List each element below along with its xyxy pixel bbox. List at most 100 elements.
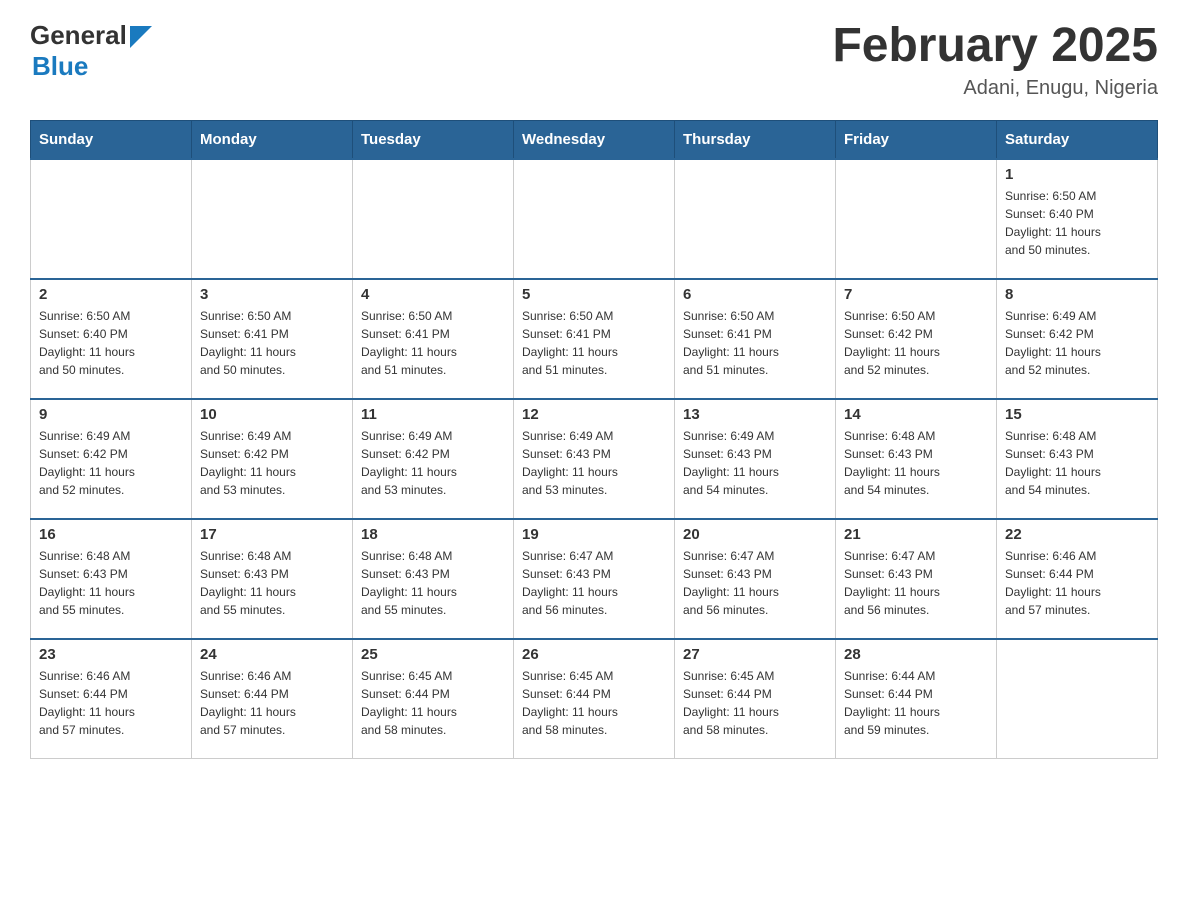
weekday-header-row: SundayMondayTuesdayWednesdayThursdayFrid… [31, 120, 1158, 159]
day-number: 8 [1005, 286, 1149, 303]
day-info: Sunrise: 6:47 AM Sunset: 6:43 PM Dayligh… [522, 547, 666, 619]
calendar-cell: 27 Sunrise: 6:45 AM Sunset: 6:44 PM Dayli… [675, 639, 836, 759]
calendar-week-2: 2 Sunrise: 6:50 AM Sunset: 6:40 PM Daylig… [31, 279, 1158, 399]
day-number: 2 [39, 286, 183, 303]
day-info: Sunrise: 6:47 AM Sunset: 6:43 PM Dayligh… [844, 547, 988, 619]
calendar-cell: 22 Sunrise: 6:46 AM Sunset: 6:44 PM Dayli… [997, 519, 1158, 639]
calendar-cell: 26Sunrise: 6:45 AM Sunset: 6:44 PM Dayli… [514, 639, 675, 759]
calendar-cell: 3 Sunrise: 6:50 AM Sunset: 6:41 PM Daylig… [192, 279, 353, 399]
day-number: 9 [39, 406, 183, 423]
day-info: Sunrise: 6:45 AM Sunset: 6:44 PM Dayligh… [683, 667, 827, 739]
calendar-cell [353, 159, 514, 279]
day-number: 5 [522, 286, 666, 303]
calendar-cell [997, 639, 1158, 759]
calendar-cell: 18 Sunrise: 6:48 AM Sunset: 6:43 PM Dayli… [353, 519, 514, 639]
day-number: 3 [200, 286, 344, 303]
day-number: 10 [200, 406, 344, 423]
day-info: Sunrise: 6:46 AM Sunset: 6:44 PM Dayligh… [1005, 547, 1149, 619]
day-info: Sunrise: 6:50 AM Sunset: 6:42 PM Dayligh… [844, 307, 988, 379]
calendar-cell: 20 Sunrise: 6:47 AM Sunset: 6:43 PM Dayli… [675, 519, 836, 639]
calendar-cell: 23 Sunrise: 6:46 AM Sunset: 6:44 PM Dayli… [31, 639, 192, 759]
calendar-cell: 6Sunrise: 6:50 AM Sunset: 6:41 PM Daylig… [675, 279, 836, 399]
day-info: Sunrise: 6:45 AM Sunset: 6:44 PM Dayligh… [361, 667, 505, 739]
day-number: 24 [200, 646, 344, 663]
calendar-cell: 16 Sunrise: 6:48 AM Sunset: 6:43 PM Dayli… [31, 519, 192, 639]
day-number: 7 [844, 286, 988, 303]
calendar-cell: 11Sunrise: 6:49 AM Sunset: 6:42 PM Dayli… [353, 399, 514, 519]
day-info: Sunrise: 6:48 AM Sunset: 6:43 PM Dayligh… [39, 547, 183, 619]
calendar-cell [514, 159, 675, 279]
calendar-subtitle: Adani, Enugu, Nigeria [832, 77, 1158, 100]
day-info: Sunrise: 6:45 AM Sunset: 6:44 PM Dayligh… [522, 667, 666, 739]
logo-blue: Blue [32, 51, 88, 81]
calendar-cell: 7 Sunrise: 6:50 AM Sunset: 6:42 PM Daylig… [836, 279, 997, 399]
weekday-header-friday: Friday [836, 120, 997, 159]
day-number: 13 [683, 406, 827, 423]
day-number: 27 [683, 646, 827, 663]
weekday-header-thursday: Thursday [675, 120, 836, 159]
day-info: Sunrise: 6:46 AM Sunset: 6:44 PM Dayligh… [39, 667, 183, 739]
calendar-week-4: 16 Sunrise: 6:48 AM Sunset: 6:43 PM Dayli… [31, 519, 1158, 639]
day-number: 16 [39, 526, 183, 543]
day-info: Sunrise: 6:49 AM Sunset: 6:42 PM Dayligh… [1005, 307, 1149, 379]
day-info: Sunrise: 6:50 AM Sunset: 6:40 PM Dayligh… [1005, 187, 1149, 259]
title-block: February 2025 Adani, Enugu, Nigeria [832, 20, 1158, 100]
day-number: 1 [1005, 166, 1149, 183]
day-info: Sunrise: 6:50 AM Sunset: 6:41 PM Dayligh… [361, 307, 505, 379]
day-info: Sunrise: 6:48 AM Sunset: 6:43 PM Dayligh… [1005, 427, 1149, 499]
day-info: Sunrise: 6:49 AM Sunset: 6:43 PM Dayligh… [683, 427, 827, 499]
day-info: Sunrise: 6:50 AM Sunset: 6:40 PM Dayligh… [39, 307, 183, 379]
calendar-cell: 14 Sunrise: 6:48 AM Sunset: 6:43 PM Dayli… [836, 399, 997, 519]
weekday-header-monday: Monday [192, 120, 353, 159]
weekday-header-saturday: Saturday [997, 120, 1158, 159]
day-number: 14 [844, 406, 988, 423]
calendar-cell: 28Sunrise: 6:44 AM Sunset: 6:44 PM Dayli… [836, 639, 997, 759]
calendar-cell: 25 Sunrise: 6:45 AM Sunset: 6:44 PM Dayli… [353, 639, 514, 759]
calendar-cell: 2 Sunrise: 6:50 AM Sunset: 6:40 PM Daylig… [31, 279, 192, 399]
logo-general: General [30, 20, 127, 51]
weekday-header-sunday: Sunday [31, 120, 192, 159]
calendar-week-3: 9 Sunrise: 6:49 AM Sunset: 6:42 PM Daylig… [31, 399, 1158, 519]
page-header: General Blue February 2025 Adani, Enugu,… [30, 20, 1158, 100]
day-number: 23 [39, 646, 183, 663]
calendar-cell: 24 Sunrise: 6:46 AM Sunset: 6:44 PM Dayli… [192, 639, 353, 759]
day-info: Sunrise: 6:48 AM Sunset: 6:43 PM Dayligh… [361, 547, 505, 619]
day-number: 19 [522, 526, 666, 543]
calendar-table: SundayMondayTuesdayWednesdayThursdayFrid… [30, 120, 1158, 760]
calendar-cell: 12Sunrise: 6:49 AM Sunset: 6:43 PM Dayli… [514, 399, 675, 519]
day-number: 22 [1005, 526, 1149, 543]
day-number: 11 [361, 406, 505, 423]
day-info: Sunrise: 6:50 AM Sunset: 6:41 PM Dayligh… [683, 307, 827, 379]
weekday-header-wednesday: Wednesday [514, 120, 675, 159]
calendar-cell: 9 Sunrise: 6:49 AM Sunset: 6:42 PM Daylig… [31, 399, 192, 519]
logo-triangle-icon [130, 26, 152, 48]
logo: General Blue [30, 20, 152, 82]
day-info: Sunrise: 6:46 AM Sunset: 6:44 PM Dayligh… [200, 667, 344, 739]
calendar-cell: 1 Sunrise: 6:50 AM Sunset: 6:40 PM Daylig… [997, 159, 1158, 279]
calendar-cell [836, 159, 997, 279]
calendar-cell: 8 Sunrise: 6:49 AM Sunset: 6:42 PM Daylig… [997, 279, 1158, 399]
calendar-cell: 10 Sunrise: 6:49 AM Sunset: 6:42 PM Dayli… [192, 399, 353, 519]
day-info: Sunrise: 6:50 AM Sunset: 6:41 PM Dayligh… [200, 307, 344, 379]
day-info: Sunrise: 6:48 AM Sunset: 6:43 PM Dayligh… [844, 427, 988, 499]
calendar-week-1: 1 Sunrise: 6:50 AM Sunset: 6:40 PM Daylig… [31, 159, 1158, 279]
calendar-title: February 2025 [832, 20, 1158, 73]
day-number: 25 [361, 646, 505, 663]
calendar-cell: 21Sunrise: 6:47 AM Sunset: 6:43 PM Dayli… [836, 519, 997, 639]
day-number: 18 [361, 526, 505, 543]
day-info: Sunrise: 6:47 AM Sunset: 6:43 PM Dayligh… [683, 547, 827, 619]
weekday-header-tuesday: Tuesday [353, 120, 514, 159]
day-number: 4 [361, 286, 505, 303]
day-number: 28 [844, 646, 988, 663]
day-number: 15 [1005, 406, 1149, 423]
day-number: 20 [683, 526, 827, 543]
day-info: Sunrise: 6:48 AM Sunset: 6:43 PM Dayligh… [200, 547, 344, 619]
calendar-cell: 15 Sunrise: 6:48 AM Sunset: 6:43 PM Dayli… [997, 399, 1158, 519]
calendar-week-5: 23 Sunrise: 6:46 AM Sunset: 6:44 PM Dayli… [31, 639, 1158, 759]
calendar-cell [675, 159, 836, 279]
calendar-cell: 17 Sunrise: 6:48 AM Sunset: 6:43 PM Dayli… [192, 519, 353, 639]
day-info: Sunrise: 6:49 AM Sunset: 6:42 PM Dayligh… [39, 427, 183, 499]
calendar-cell: 5Sunrise: 6:50 AM Sunset: 6:41 PM Daylig… [514, 279, 675, 399]
day-info: Sunrise: 6:49 AM Sunset: 6:42 PM Dayligh… [200, 427, 344, 499]
day-number: 17 [200, 526, 344, 543]
